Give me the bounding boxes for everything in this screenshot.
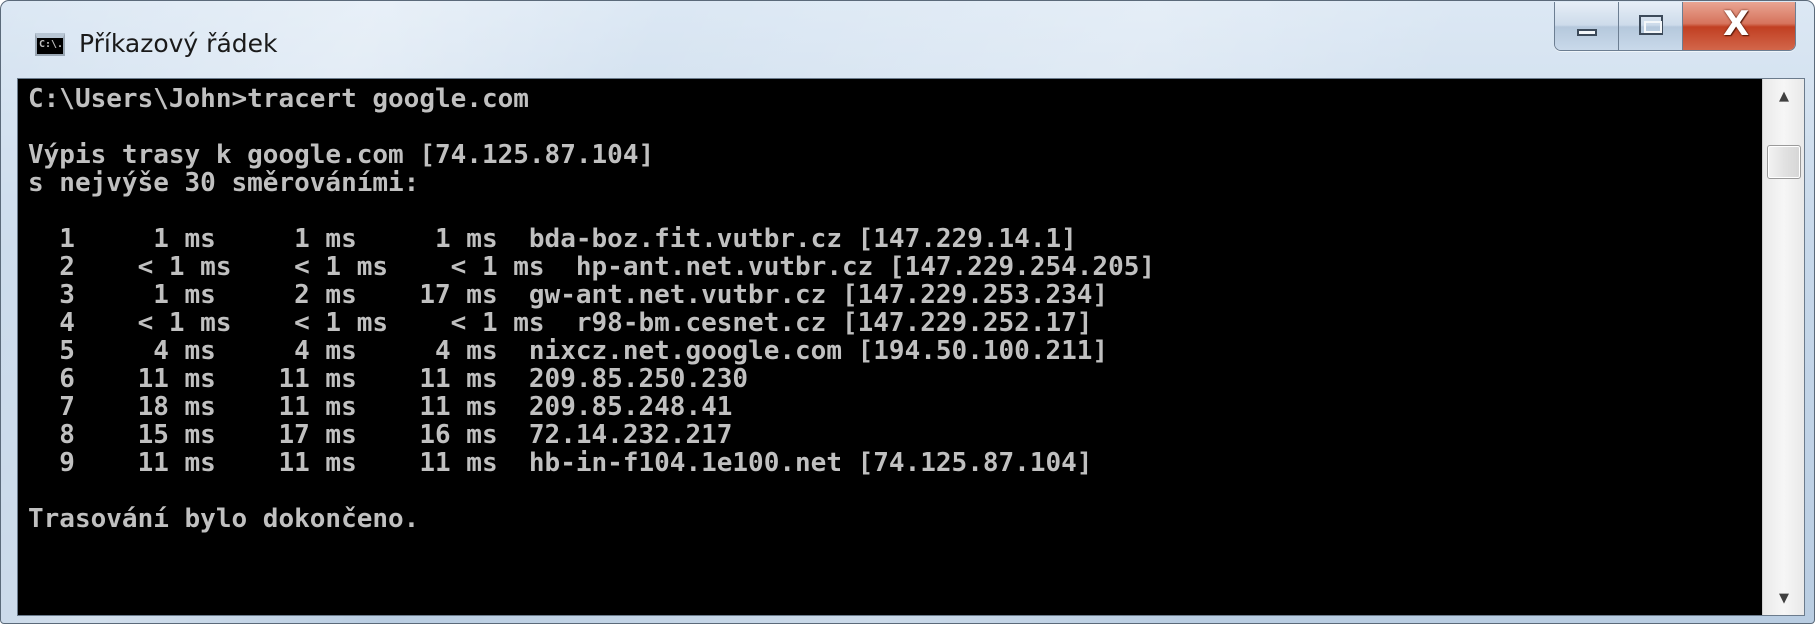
minimize-button[interactable] <box>1555 2 1619 50</box>
maximize-button[interactable] <box>1619 2 1683 50</box>
window-title: Příkazový řádek <box>79 29 278 58</box>
console-icon[interactable]: C:\. <box>35 33 65 56</box>
console-line: 6 11 ms 11 ms 11 ms 209.85.250.230 <box>28 364 749 394</box>
console-line: 7 18 ms 11 ms 11 ms 209.85.248.41 <box>28 392 733 422</box>
console-line: Trasování bylo dokončeno. <box>28 504 420 534</box>
close-button[interactable]: X <box>1683 2 1795 50</box>
scrollbar-thumb[interactable] <box>1767 145 1801 179</box>
console-line: 9 11 ms 11 ms 11 ms hb-in-f104.1e100.net… <box>28 448 1093 478</box>
console-icon-label: C:\. <box>39 39 64 50</box>
console-line: C:\Users\John>tracert google.com <box>28 84 529 114</box>
maximize-icon <box>1639 15 1663 35</box>
console-line: 1 1 ms 1 ms 1 ms bda-boz.fit.vutbr.cz [1… <box>28 224 1077 254</box>
vertical-scrollbar[interactable]: ▲ ▼ <box>1762 79 1804 615</box>
console-line: 5 4 ms 4 ms 4 ms nixcz.net.google.com [1… <box>28 336 1109 366</box>
close-icon: X <box>1723 4 1750 44</box>
console-line: 3 1 ms 2 ms 17 ms gw-ant.net.vutbr.cz [1… <box>28 280 1109 310</box>
console-line: 8 15 ms 17 ms 16 ms 72.14.232.217 <box>28 420 733 450</box>
console-client-area: C:\Users\John>tracert google.com Výpis tr… <box>17 78 1805 616</box>
scroll-down-arrow-icon[interactable]: ▼ <box>1763 581 1805 615</box>
console-line: 2 < 1 ms < 1 ms < 1 ms hp-ant.net.vutbr.… <box>28 252 1156 282</box>
console-line: s nejvýše 30 směrováními: <box>28 168 420 198</box>
minimize-icon <box>1577 29 1597 36</box>
command-prompt-window: C:\. Příkazový řádek X C:\Users\John>tra… <box>0 0 1815 624</box>
title-bar[interactable]: C:\. Příkazový řádek X <box>1 1 1814 77</box>
caption-buttons: X <box>1554 2 1796 51</box>
console-line: 4 < 1 ms < 1 ms < 1 ms r98-bm.cesnet.cz … <box>28 308 1093 338</box>
scroll-up-arrow-icon[interactable]: ▲ <box>1763 79 1805 113</box>
console-line: Výpis trasy k google.com [74.125.87.104] <box>28 140 655 170</box>
console-output[interactable]: C:\Users\John>tracert google.com Výpis tr… <box>18 79 1762 615</box>
